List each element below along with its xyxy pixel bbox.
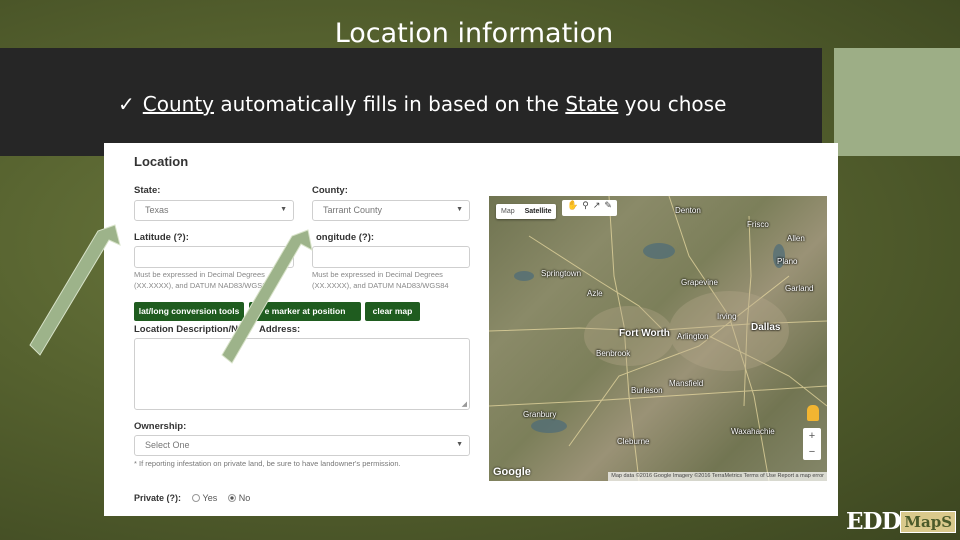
ownership-select[interactable]: Select One ▼ bbox=[134, 435, 470, 456]
location-form-screenshot: Location State: Texas ▼ County: Tarrant … bbox=[104, 143, 838, 516]
bullet-middle: automatically fills in based on the bbox=[214, 92, 566, 116]
county-value: Tarrant County bbox=[323, 205, 383, 215]
marker-icon[interactable]: ⚲ bbox=[582, 200, 589, 210]
city-label: Frisco bbox=[747, 220, 769, 229]
satellite-map[interactable]: Map Satellite ✋ ⚲ ↗ ✎ Denton Frisco Allen Pl… bbox=[489, 196, 827, 481]
city-label: Fort Worth bbox=[619, 328, 670, 339]
city-label: Springtown bbox=[541, 269, 582, 278]
chevron-down-icon: ▼ bbox=[280, 206, 287, 213]
city-label: Denton bbox=[675, 206, 701, 215]
city-label: Allen bbox=[787, 234, 805, 243]
ownership-label: Ownership: bbox=[134, 421, 187, 432]
city-label: Benbrook bbox=[596, 349, 631, 358]
polyline-icon[interactable]: ↗ bbox=[593, 200, 601, 210]
city-label: Cleburne bbox=[617, 437, 650, 446]
zoom-in-button[interactable]: + bbox=[803, 428, 821, 444]
chevron-down-icon: ▼ bbox=[456, 206, 463, 213]
city-label: Dallas bbox=[751, 322, 781, 333]
city-label: Arlington bbox=[677, 332, 709, 341]
latitude-input[interactable] bbox=[134, 246, 294, 268]
drawing-toolbar: ✋ ⚲ ↗ ✎ bbox=[562, 200, 617, 216]
latitude-help: Must be expressed in Decimal Degrees (XX… bbox=[134, 270, 267, 290]
latitude-label: Latitude (?): bbox=[134, 232, 189, 243]
longitude-help: Must be expressed in Decimal Degrees (XX… bbox=[312, 270, 449, 290]
description-label-b: Address: bbox=[259, 324, 301, 335]
accent-box bbox=[834, 48, 960, 156]
city-label: Garland bbox=[785, 284, 814, 293]
zoom-control: + − bbox=[803, 428, 821, 460]
pegman-icon[interactable] bbox=[807, 405, 819, 421]
city-label: Waxahachie bbox=[731, 427, 775, 436]
county-label: County: bbox=[312, 185, 348, 196]
longitude-input[interactable] bbox=[312, 246, 470, 268]
hand-icon[interactable]: ✋ bbox=[567, 200, 578, 210]
chevron-down-icon: ▼ bbox=[456, 441, 463, 448]
place-marker-button[interactable]: e marker at position bbox=[249, 302, 361, 321]
private-no-radio[interactable] bbox=[227, 494, 236, 502]
resize-grip-icon[interactable]: ◢ bbox=[462, 400, 467, 408]
state-word: State bbox=[565, 92, 619, 116]
private-radio-group: Private (?): Yes No bbox=[134, 493, 250, 503]
bullet-text: ✓ County automatically fills in based on … bbox=[118, 92, 726, 116]
map-attribution: Map data ©2016 Google Imagery ©2016 Terr… bbox=[608, 472, 827, 481]
ownership-value: Select One bbox=[145, 440, 190, 450]
description-textarea[interactable]: ◢ bbox=[134, 338, 470, 410]
city-label: Azle bbox=[587, 289, 603, 298]
city-label: Plano bbox=[777, 257, 798, 266]
private-yes-label: Yes bbox=[202, 493, 218, 503]
longitude-label: ongitude (?): bbox=[316, 232, 375, 243]
map-type-toggle: Map Satellite bbox=[496, 204, 557, 219]
zoom-out-button[interactable]: − bbox=[803, 444, 821, 460]
form-title: Location bbox=[134, 154, 189, 169]
polygon-icon[interactable]: ✎ bbox=[604, 200, 612, 210]
ownership-note: * If reporting infestation on private la… bbox=[134, 459, 401, 468]
county-word: County bbox=[142, 92, 214, 116]
logo-maps: MapS bbox=[900, 510, 957, 533]
slide-title: Location information bbox=[334, 18, 614, 49]
google-logo: Google bbox=[493, 466, 531, 478]
eddmaps-logo: EDD MapS bbox=[846, 508, 957, 535]
conversion-tools-button[interactable]: lat/long conversion tools bbox=[134, 302, 244, 321]
city-label: Burleson bbox=[631, 386, 663, 395]
private-label: Private (?): bbox=[134, 493, 182, 503]
state-label: State: bbox=[134, 185, 161, 196]
state-select[interactable]: Texas ▼ bbox=[134, 200, 294, 221]
description-label-a: Location Description/Ne bbox=[134, 324, 244, 335]
private-no-label: No bbox=[238, 493, 251, 503]
logo-edd: EDD bbox=[846, 508, 901, 535]
city-label: Grapevine bbox=[681, 278, 718, 287]
city-label: Granbury bbox=[523, 410, 557, 419]
city-label: Irving bbox=[717, 312, 737, 321]
county-select[interactable]: Tarrant County ▼ bbox=[312, 200, 470, 221]
private-yes-radio[interactable] bbox=[191, 494, 200, 502]
clear-map-button[interactable]: clear map bbox=[365, 302, 420, 321]
map-type-satellite[interactable]: Satellite bbox=[520, 204, 557, 219]
checkmark-icon: ✓ bbox=[118, 92, 135, 116]
state-value: Texas bbox=[145, 205, 169, 215]
map-type-map[interactable]: Map bbox=[496, 204, 520, 219]
bullet-end: you chose bbox=[618, 92, 727, 116]
city-label: Mansfield bbox=[669, 379, 704, 388]
